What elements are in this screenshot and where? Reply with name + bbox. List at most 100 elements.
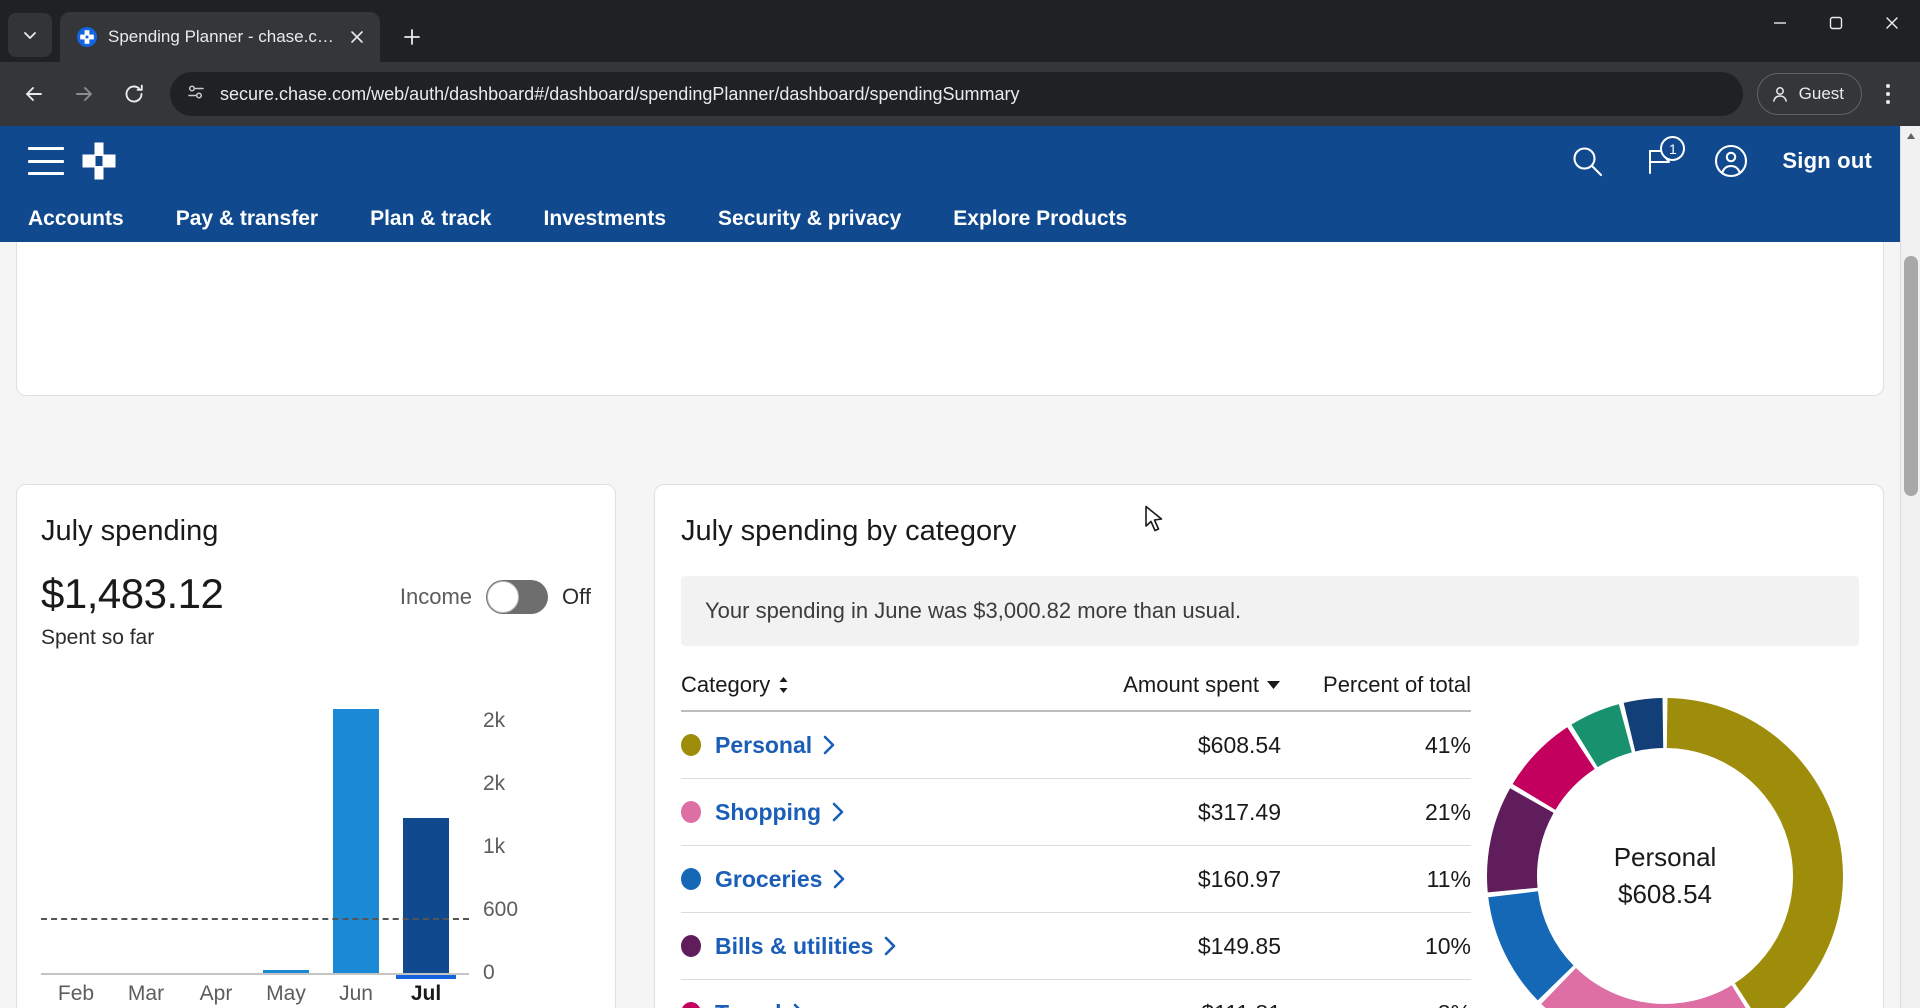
page-scrollbar[interactable]	[1900, 126, 1920, 1008]
forward-button[interactable]	[62, 72, 106, 116]
notification-badge: 1	[1660, 136, 1685, 161]
table-body: Personal$608.5441%Shopping$317.4921%Groc…	[681, 712, 1471, 1008]
browser-tab[interactable]: Spending Planner - chase.com	[60, 12, 380, 62]
chase-page: July spending $1,483.12 Spent so far Inc…	[0, 126, 1900, 1008]
spent-so-far-label: Spent so far	[41, 626, 223, 650]
nav-item-accounts[interactable]: Accounts	[28, 207, 150, 231]
category-link[interactable]: Shopping	[715, 799, 845, 826]
donut-slice[interactable]	[1667, 698, 1843, 1008]
donut-slice[interactable]	[1541, 968, 1758, 1008]
sort-desc-icon	[1266, 680, 1281, 690]
tab-title: Spending Planner - chase.com	[108, 27, 334, 47]
column-header-percent[interactable]: Percent of total	[1281, 672, 1471, 698]
site-settings-icon[interactable]	[186, 82, 206, 107]
new-tab-button[interactable]	[392, 17, 432, 57]
spending-notice: Your spending in June was $3,000.82 more…	[681, 576, 1859, 646]
notifications-button[interactable]: 1	[1638, 140, 1680, 182]
x-tick-label: Jun'24	[321, 982, 391, 1008]
cell-amount: $111.81	[1051, 1000, 1281, 1008]
page-viewport: July spending $1,483.12 Spent so far Inc…	[0, 126, 1920, 1008]
category-link[interactable]: Bills & utilities	[715, 933, 897, 960]
y-tick-label: 1k	[483, 835, 505, 859]
maximize-icon	[1828, 15, 1844, 31]
scroll-up-button[interactable]	[1901, 126, 1920, 146]
sign-out-button[interactable]: Sign out	[1782, 148, 1872, 174]
category-card: July spending by category Your spending …	[654, 484, 1884, 1008]
nav-item-investments[interactable]: Investments	[543, 207, 692, 231]
category-table-and-donut: Category Amount spent	[681, 672, 1859, 1008]
reference-line	[41, 918, 469, 920]
nav-item-plan-track[interactable]: Plan & track	[370, 207, 517, 231]
maximize-button[interactable]	[1808, 0, 1864, 46]
nav-item-security-privacy[interactable]: Security & privacy	[718, 207, 927, 231]
category-table: Category Amount spent	[681, 672, 1471, 1008]
search-button[interactable]	[1566, 140, 1608, 182]
chart-y-axis: 2k2k1k6000	[465, 690, 555, 975]
category-color-dot-icon	[681, 1002, 701, 1008]
column-header-category[interactable]: Category	[681, 672, 1051, 698]
minimize-button[interactable]	[1752, 0, 1808, 46]
chase-logo-icon[interactable]	[80, 140, 118, 182]
hamburger-icon[interactable]	[28, 147, 64, 175]
account-profile-button[interactable]	[1710, 140, 1752, 182]
cell-amount: $149.85	[1051, 933, 1281, 960]
tab-search-button[interactable]	[8, 13, 52, 57]
table-header-row: Category Amount spent	[681, 672, 1471, 712]
category-link[interactable]: Travel	[715, 1000, 806, 1008]
bar-jun[interactable]	[333, 709, 379, 973]
donut-slice[interactable]	[1487, 788, 1554, 892]
bar-slot	[251, 690, 321, 973]
chart-plot	[41, 690, 461, 975]
close-icon	[1884, 15, 1900, 31]
url-text: secure.chase.com/web/auth/dashboard#/das…	[220, 84, 1020, 105]
browser-toolbar: secure.chase.com/web/auth/dashboard#/das…	[0, 62, 1920, 126]
cell-percent: 11%	[1281, 866, 1471, 893]
plus-icon	[402, 27, 422, 47]
category-header-label: Category	[681, 672, 770, 698]
nav-item-pay-transfer[interactable]: Pay & transfer	[176, 207, 344, 231]
bar-slot	[181, 690, 251, 973]
table-row[interactable]: Travel$111.818%	[681, 980, 1471, 1008]
chart-x-axis: Feb'24Mar'24Apr'24May'24Jun'24Jul'24	[41, 982, 461, 1008]
chart-baseline	[41, 973, 469, 975]
address-bar[interactable]: secure.chase.com/web/auth/dashboard#/das…	[170, 72, 1743, 116]
cell-amount: $608.54	[1051, 732, 1281, 759]
cell-amount: $317.49	[1051, 799, 1281, 826]
profile-button[interactable]: Guest	[1757, 73, 1862, 115]
table-row[interactable]: Bills & utilities$149.8510%	[681, 913, 1471, 980]
scrollbar-thumb[interactable]	[1904, 256, 1918, 496]
tab-strip: Spending Planner - chase.com	[0, 0, 1920, 62]
reload-button[interactable]	[112, 72, 156, 116]
income-toggle[interactable]	[486, 580, 548, 614]
y-tick-label: 600	[483, 898, 518, 922]
kebab-menu-icon	[1885, 82, 1891, 106]
category-link[interactable]: Groceries	[715, 866, 846, 893]
category-name: Travel	[715, 1000, 782, 1008]
back-button[interactable]	[12, 72, 56, 116]
close-tab-icon[interactable]	[344, 24, 370, 50]
close-window-button[interactable]	[1864, 0, 1920, 46]
table-row[interactable]: Personal$608.5441%	[681, 712, 1471, 779]
arrow-right-icon	[73, 83, 95, 105]
table-row[interactable]: Groceries$160.9711%	[681, 846, 1471, 913]
donut-slice[interactable]	[1624, 698, 1664, 751]
chase-header-top: 1 Sign out	[0, 126, 1900, 196]
cell-percent: 21%	[1281, 799, 1471, 826]
cell-category: Groceries	[681, 866, 1051, 893]
browser-menu-button[interactable]	[1868, 72, 1908, 116]
chevron-right-icon	[823, 735, 836, 755]
nav-item-explore-products[interactable]: Explore Products	[953, 207, 1153, 231]
category-name: Personal	[715, 732, 812, 759]
category-link[interactable]: Personal	[715, 732, 836, 759]
category-card-title: July spending by category	[681, 515, 1859, 548]
table-row[interactable]: Shopping $317.4921%	[681, 779, 1471, 846]
profile-label: Guest	[1799, 84, 1844, 104]
browser-window: Spending Planner - chase.com	[0, 0, 1920, 1008]
x-tick-label: Feb'24	[41, 982, 111, 1008]
chevron-right-icon	[833, 869, 846, 889]
column-header-amount[interactable]: Amount spent	[1051, 672, 1281, 698]
bar-jul[interactable]	[403, 818, 449, 973]
july-spending-card: July spending $1,483.12 Spent so far Inc…	[16, 484, 616, 1008]
bar-slot	[321, 690, 391, 973]
amount-header-label: Amount spent	[1123, 672, 1259, 698]
